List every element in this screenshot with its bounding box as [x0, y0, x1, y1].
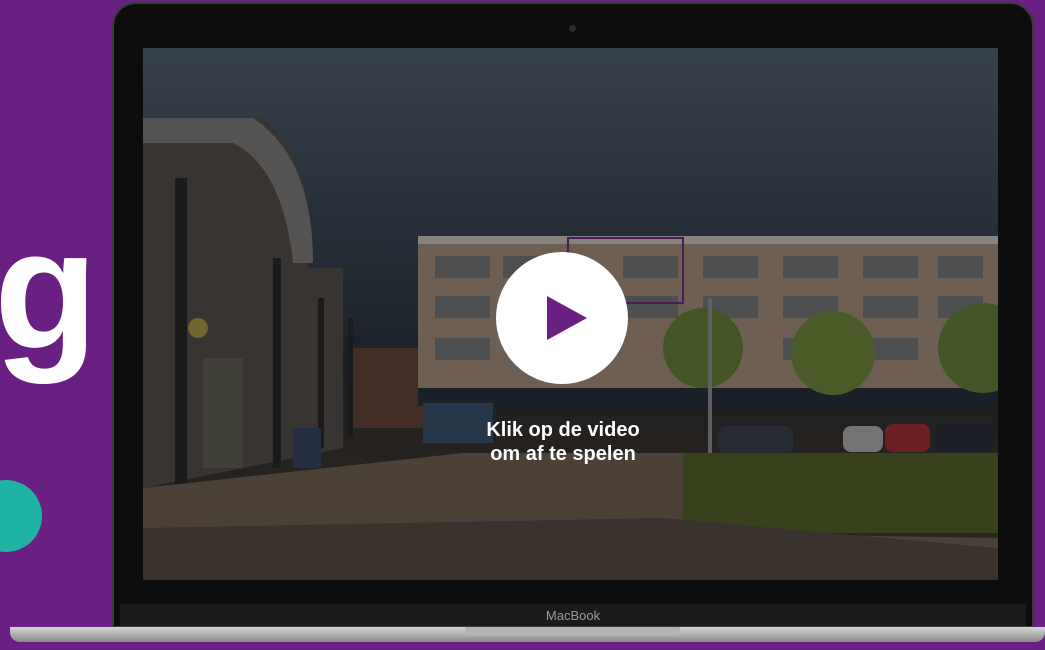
laptop-notch — [465, 627, 680, 636]
laptop-chin: MacBook — [120, 604, 1026, 626]
video-player[interactable]: Klik op de video om af te spelen — [143, 48, 998, 580]
play-icon — [547, 296, 587, 340]
play-button[interactable] — [496, 252, 628, 384]
caption-line-2: om af te spelen — [490, 443, 636, 465]
laptop-brand: MacBook — [545, 608, 601, 623]
background-letter: g — [0, 195, 98, 385]
video-caption: Klik op de video om af te spelen — [413, 418, 713, 466]
caption-line-1: Klik op de video — [486, 419, 640, 441]
webcam — [569, 25, 576, 32]
background-circle — [0, 480, 42, 552]
